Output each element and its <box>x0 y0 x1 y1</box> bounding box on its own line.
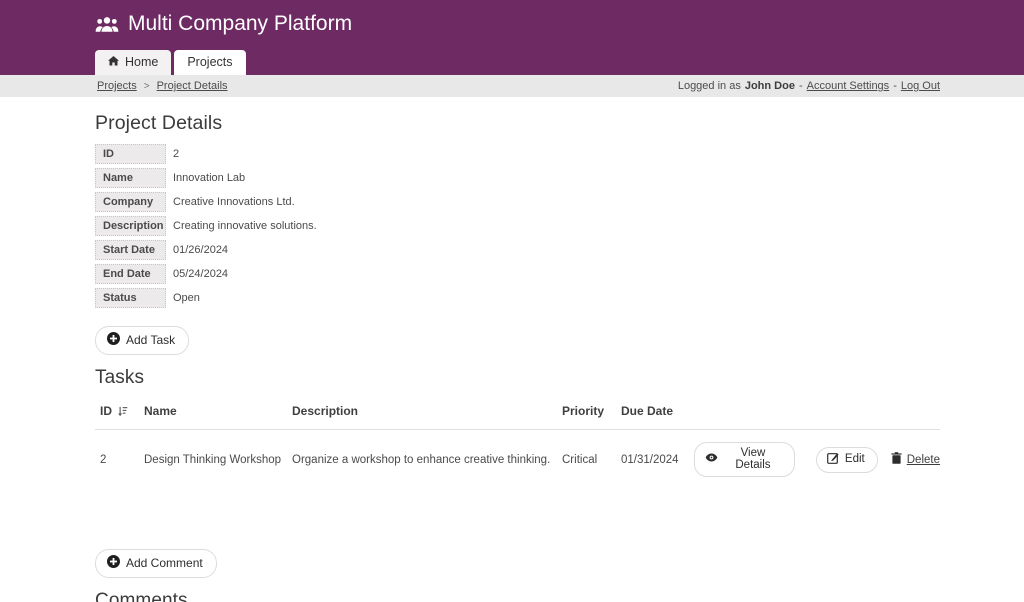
logged-in-as-text: Logged in as <box>678 80 741 92</box>
detail-label: Company <box>95 192 166 212</box>
detail-value: 01/26/2024 <box>173 244 228 256</box>
task-due-date: 01/31/2024 <box>621 454 694 466</box>
edit-icon <box>827 452 839 467</box>
user-name: John Doe <box>745 80 795 92</box>
edit-button[interactable]: Edit <box>816 447 878 473</box>
detail-label: Start Date <box>95 240 166 260</box>
edit-label: Edit <box>845 453 865 465</box>
detail-value: 2 <box>173 148 179 160</box>
tasks-col-name[interactable]: Name <box>144 404 292 418</box>
task-id: 2 <box>95 454 144 466</box>
task-row: 2 Design Thinking Workshop Organize a wo… <box>95 430 940 491</box>
breadcrumb: Projects > Project Details <box>97 80 228 92</box>
detail-label: ID <box>95 144 166 164</box>
account-settings-link[interactable]: Account Settings <box>807 80 890 92</box>
home-icon <box>108 55 119 69</box>
trash-icon <box>891 452 902 467</box>
detail-value: Creating innovative solutions. <box>173 220 317 232</box>
tasks-col-description[interactable]: Description <box>292 404 562 418</box>
detail-row-id: ID 2 <box>95 144 1024 164</box>
task-description: Organize a workshop to enhance creative … <box>292 454 562 466</box>
breadcrumb-projects-link[interactable]: Projects <box>97 80 137 92</box>
tasks-col-due-date[interactable]: Due Date <box>621 404 694 418</box>
add-task-button[interactable]: Add Task <box>95 326 189 355</box>
tasks-table: ID Name Description Priority Due Date <box>95 389 940 491</box>
tasks-col-priority[interactable]: Priority <box>562 404 621 418</box>
users-icon <box>95 16 119 33</box>
sort-icon <box>117 406 128 417</box>
tab-projects[interactable]: Projects <box>174 50 245 75</box>
detail-value: Open <box>173 292 200 304</box>
detail-label: End Date <box>95 264 166 284</box>
tab-projects-label: Projects <box>187 55 232 69</box>
page: Multi Company Platform Home Projects Pro… <box>0 0 1024 602</box>
project-details-heading: Project Details <box>95 112 1024 135</box>
tab-home-label: Home <box>125 55 158 69</box>
view-details-button[interactable]: View Details <box>694 442 795 477</box>
detail-label: Description <box>95 216 166 236</box>
main-nav: Home Projects <box>95 50 246 75</box>
project-details-table: ID 2 Name Innovation Lab Company Creativ… <box>95 144 1024 308</box>
main-content: Project Details ID 2 Name Innovation Lab… <box>0 112 1024 602</box>
breadcrumb-separator: > <box>144 81 150 92</box>
detail-value: Innovation Lab <box>173 172 245 184</box>
delete-link[interactable]: Delete <box>891 452 940 467</box>
plus-circle-icon <box>107 332 120 348</box>
detail-row-end-date: End Date 05/24/2024 <box>95 264 1024 284</box>
col-label: ID <box>100 404 112 418</box>
brand: Multi Company Platform <box>95 12 352 36</box>
breadcrumb-project-details-link[interactable]: Project Details <box>157 80 228 92</box>
detail-value: Creative Innovations Ltd. <box>173 196 295 208</box>
add-comment-button[interactable]: Add Comment <box>95 549 217 578</box>
log-out-link[interactable]: Log Out <box>901 80 940 92</box>
add-task-label: Add Task <box>126 333 175 347</box>
detail-row-description: Description Creating innovative solution… <box>95 216 1024 236</box>
detail-value: 05/24/2024 <box>173 268 228 280</box>
tasks-col-id[interactable]: ID <box>95 404 144 418</box>
task-priority: Critical <box>562 454 621 466</box>
detail-label: Name <box>95 168 166 188</box>
plus-circle-icon <box>107 555 120 571</box>
app-header: Multi Company Platform Home Projects <box>0 0 1024 75</box>
delete-label: Delete <box>907 454 940 466</box>
task-name: Design Thinking Workshop <box>144 454 292 466</box>
app-title: Multi Company Platform <box>128 12 352 36</box>
detail-row-start-date: Start Date 01/26/2024 <box>95 240 1024 260</box>
session-separator: - <box>799 80 803 92</box>
detail-label: Status <box>95 288 166 308</box>
detail-row-company: Company Creative Innovations Ltd. <box>95 192 1024 212</box>
eye-icon <box>705 453 718 465</box>
comments-heading: Comments <box>95 590 1024 602</box>
detail-row-name: Name Innovation Lab <box>95 168 1024 188</box>
session-info: Logged in as John Doe - Account Settings… <box>678 80 940 92</box>
add-comment-label: Add Comment <box>126 556 203 570</box>
tasks-table-header: ID Name Description Priority Due Date <box>95 389 940 430</box>
detail-row-status: Status Open <box>95 288 1024 308</box>
tab-home[interactable]: Home <box>95 50 171 75</box>
task-actions: View Details Edit <box>694 442 940 477</box>
breadcrumb-bar: Projects > Project Details Logged in as … <box>0 75 1024 97</box>
session-separator: - <box>893 80 897 92</box>
tasks-heading: Tasks <box>95 367 1024 389</box>
view-details-label: View Details <box>724 447 782 471</box>
